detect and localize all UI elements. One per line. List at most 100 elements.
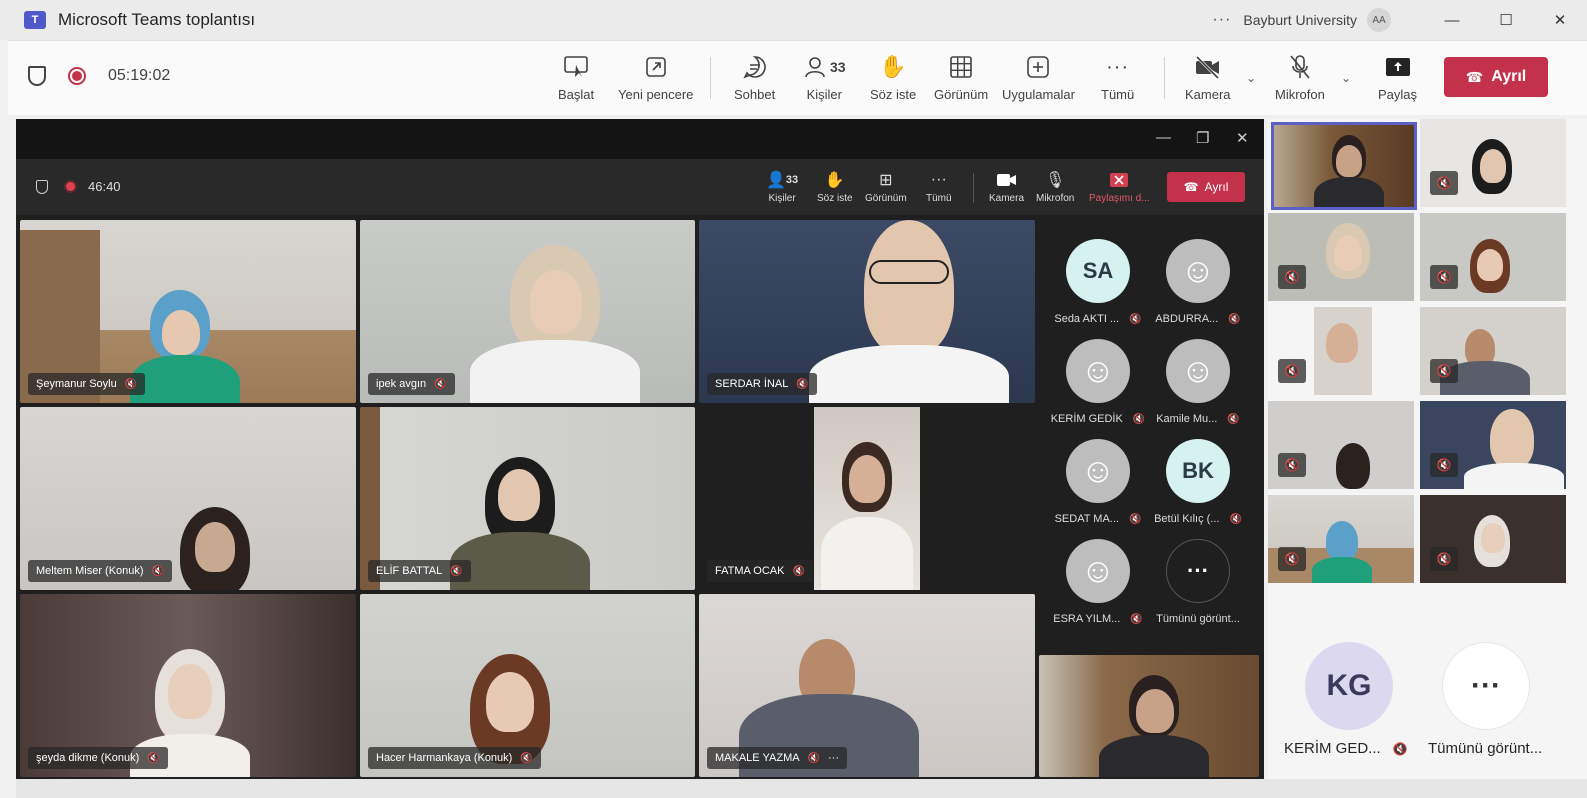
raise-hand-button[interactable]: ✋ Söz iste [870, 51, 916, 102]
mic-off-icon: 🔇 [1278, 453, 1306, 477]
popout-icon [644, 51, 668, 83]
share-button[interactable]: Paylaş [1378, 51, 1417, 102]
grid-icon: ⊞ [879, 172, 893, 189]
video-tile[interactable]: SERDAR İNAL 🔇 [699, 220, 1035, 403]
participant-thumbnail[interactable]: 🔇 [1420, 495, 1566, 583]
shared-stop-sharing-button[interactable]: Paylaşımı d... [1089, 169, 1150, 204]
camera-button[interactable]: Kamera [1185, 51, 1231, 102]
mic-off-icon: 🔇 [1278, 359, 1306, 383]
video-tile[interactable]: FATMA OCAK 🔇 [699, 407, 1035, 590]
shared-meeting-timer: 46:40 [88, 179, 121, 194]
view-all-participants-button[interactable]: ··· Tümünü görünt... [1148, 539, 1248, 625]
people-button[interactable]: 33 Kişiler [803, 51, 846, 102]
hand-icon: ✋ [824, 172, 845, 189]
participant-thumbnail[interactable]: 🔇 [1420, 307, 1566, 395]
shared-close-icon[interactable]: ✕ [1236, 129, 1249, 147]
video-tile[interactable]: Şeymanur Soylu 🔇 [20, 220, 356, 403]
video-tile[interactable]: Hacer Harmankaya (Konuk) 🔇 [360, 594, 695, 777]
view-all-participants-button[interactable]: ··· [1442, 642, 1530, 730]
participant-avatar-list: SA Seda AKTI ...🔇 ABDURRA...🔇 KERİM GEDİ… [1040, 219, 1260, 625]
more-icon[interactable]: ··· [828, 752, 839, 764]
shared-more-button[interactable]: ··· Tümü [926, 169, 952, 204]
minimize-button[interactable]: — [1425, 0, 1479, 40]
video-tile[interactable]: ipek avgın 🔇 [360, 220, 695, 403]
shared-view-button[interactable]: ⊞ Görünüm [865, 169, 907, 204]
participant-avatar-item[interactable]: BK Betül Kılıç (... 🔇 [1148, 439, 1248, 525]
mic-button[interactable]: Mikrofon [1275, 51, 1325, 102]
video-tile[interactable]: ELİF BATTAL 🔇 [360, 407, 695, 590]
participant-thumbnail[interactable]: 🔇 [1420, 119, 1566, 207]
shared-people-count: 33 [785, 174, 799, 186]
more-button[interactable]: ··· Tümü [1101, 51, 1134, 103]
camera-options-chevron-icon[interactable]: ⌄ [1246, 71, 1256, 85]
participant-thumbnail[interactable]: 🔇 [1420, 401, 1566, 489]
mic-off-icon: 🔇 [1228, 313, 1241, 325]
shared-restore-icon[interactable]: ❐ [1196, 129, 1209, 147]
start-button[interactable]: Başlat [558, 51, 594, 102]
shared-mic-button[interactable]: 🎙 Mikrofon [1036, 169, 1074, 204]
toolbar-divider [973, 173, 974, 203]
toolbar-divider [1164, 57, 1165, 99]
participant-gallery: 🔇 🔇 🔇 🔇 🔇 🔇 🔇 🔇 🔇 KG KERİM GED... 🔇 ··· … [1268, 119, 1587, 779]
participant-name: KERİM GED... 🔇 [1284, 740, 1408, 757]
mic-off-icon: 🔇 [434, 378, 447, 390]
participant-avatar-item[interactable]: ABDURRA...🔇 [1148, 239, 1248, 325]
shared-leave-button[interactable]: ☎ Ayrıl [1167, 172, 1245, 202]
leave-button[interactable]: ☎ Ayrıl [1444, 57, 1548, 97]
participant-avatar-item[interactable]: KERİM GEDİK🔇 [1048, 339, 1148, 425]
mic-off-icon: 🔇 [147, 752, 160, 764]
apps-button[interactable]: Uygulamalar [1002, 51, 1075, 102]
mic-off-icon: 🔇 [1430, 547, 1458, 571]
shield-icon [36, 180, 48, 194]
mic-options-chevron-icon[interactable]: ⌄ [1341, 71, 1351, 85]
participant-name-tag: ELİF BATTAL 🔇 [368, 560, 471, 582]
mic-off-icon: 🔇 [124, 378, 138, 390]
organization-name[interactable]: Bayburt University [1243, 12, 1357, 28]
participant-name-tag: Hacer Harmankaya (Konuk) 🔇 [368, 747, 541, 769]
mic-off-icon: 🔇 [1132, 413, 1146, 425]
taskbar-strip [16, 779, 1587, 798]
video-tile[interactable]: Meltem Miser (Konuk) 🔇 [20, 407, 356, 590]
more-icon: ··· [1166, 539, 1230, 603]
shield-icon[interactable] [28, 66, 46, 86]
shared-camera-button[interactable]: Kamera [989, 169, 1024, 204]
title-bar: T Microsoft Teams toplantısı ··· Bayburt… [0, 0, 1587, 40]
participant-thumbnail[interactable]: 🔇 [1268, 495, 1414, 583]
chat-button[interactable]: Sohbet [734, 51, 775, 102]
participant-name-tag: Şeymanur Soylu 🔇 [28, 373, 146, 395]
account-avatar[interactable]: AA [1367, 8, 1391, 32]
present-icon [563, 51, 589, 83]
participant-thumbnail[interactable]: 🔇 [1420, 213, 1566, 301]
view-button[interactable]: Görünüm [934, 51, 988, 102]
video-tile[interactable]: şeyda dikme (Konuk) 🔇 [20, 594, 356, 777]
video-tile[interactable]: MAKALE YAZMA 🔇 ··· [699, 594, 1035, 777]
participant-avatar-item[interactable]: SEDAT MA...🔇 [1048, 439, 1148, 525]
mic-off-icon: 🔇 [792, 565, 805, 577]
participant-thumbnail[interactable]: 🔇 [1268, 213, 1414, 301]
participant-name-tag: şeyda dikme (Konuk) 🔇 [28, 747, 168, 769]
recording-icon [68, 67, 86, 85]
self-video-tile[interactable] [1039, 655, 1259, 777]
more-options-icon[interactable]: ··· [1212, 11, 1231, 29]
avatar[interactable]: KG [1305, 642, 1393, 730]
close-button[interactable]: ✕ [1533, 0, 1587, 40]
meeting-timer: 05:19:02 [108, 67, 171, 84]
mic-off-icon: 🔇 [1430, 265, 1458, 289]
active-speaker-thumbnail[interactable] [1271, 122, 1417, 210]
hand-icon: ✋ [879, 54, 907, 79]
participant-avatar-item[interactable]: Kamile Mu...🔇 [1148, 339, 1248, 425]
avatar [1066, 439, 1130, 503]
participant-avatar-item[interactable]: ESRA YILM...🔇 [1048, 539, 1148, 625]
new-window-button[interactable]: Yeni pencere [618, 51, 693, 102]
shared-minimize-icon[interactable]: — [1156, 129, 1171, 146]
participant-avatar-item[interactable]: SA Seda AKTI ... 🔇 [1048, 239, 1148, 325]
maximize-button[interactable]: ☐ [1479, 0, 1533, 40]
shared-people-button[interactable]: 👤 33 Kişiler [766, 169, 798, 204]
stop-share-icon [1110, 169, 1129, 191]
view-all-label[interactable]: Tümünü görünt... [1428, 740, 1542, 757]
shared-raise-hand-button[interactable]: ✋ Söz iste [817, 169, 853, 204]
participant-thumbnail[interactable]: 🔇 [1268, 307, 1414, 395]
mic-off-icon: 🔇 [1130, 613, 1143, 625]
participant-thumbnail[interactable]: 🔇 [1268, 401, 1414, 489]
teams-icon: T [24, 11, 46, 29]
